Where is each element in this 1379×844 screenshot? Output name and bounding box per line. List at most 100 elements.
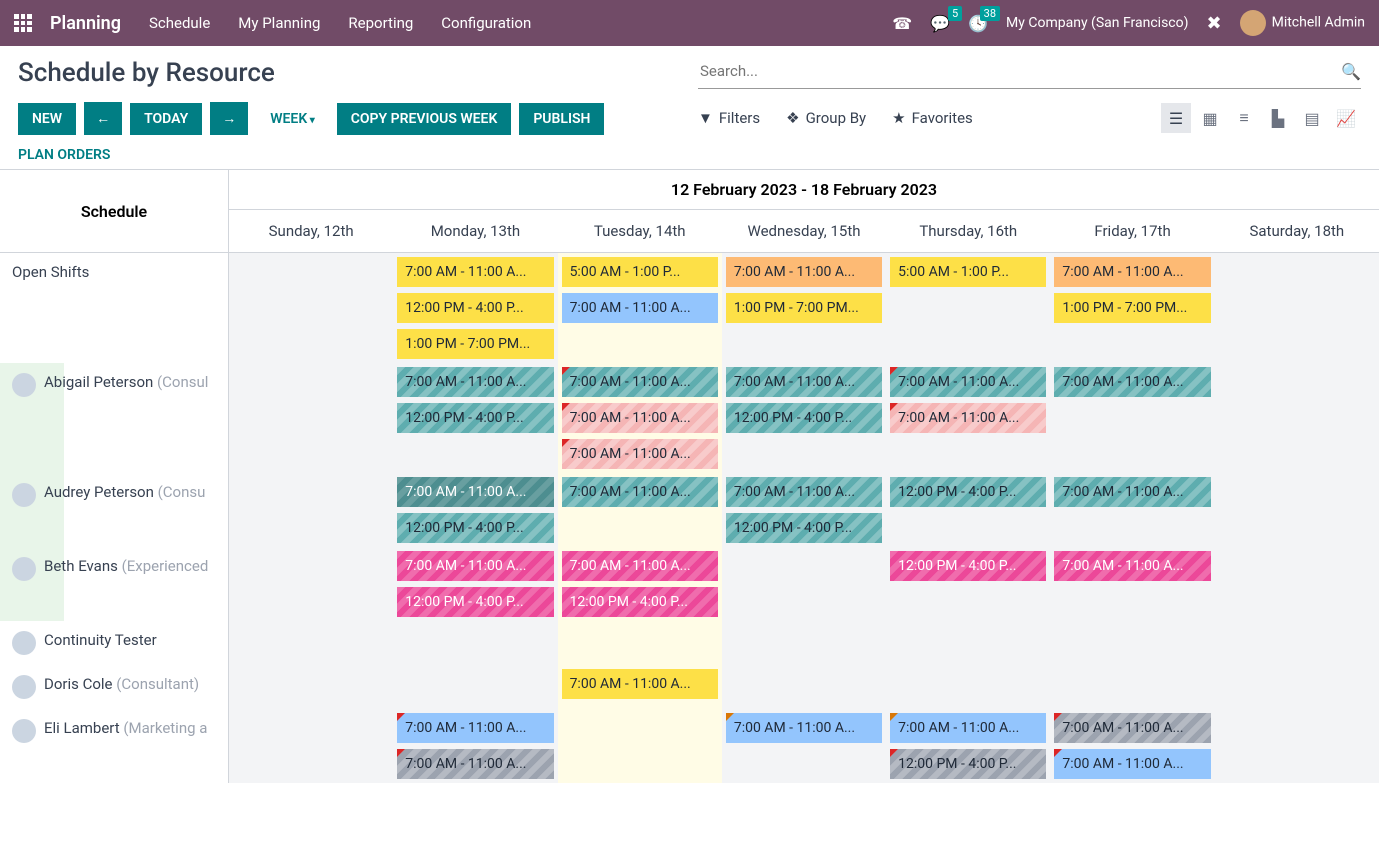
shift[interactable]: 7:00 AM - 11:00 A... <box>726 713 882 743</box>
shift[interactable]: 7:00 AM - 11:00 A... <box>562 403 718 433</box>
shift[interactable]: 7:00 AM - 11:00 A... <box>562 439 718 469</box>
scale-selector[interactable]: WEEK <box>256 111 328 127</box>
apps-icon[interactable] <box>14 14 32 32</box>
debug-icon[interactable]: ✖ <box>1207 13 1222 34</box>
shift[interactable]: 12:00 PM - 4:00 P... <box>397 403 553 433</box>
shift[interactable]: 7:00 AM - 11:00 A... <box>562 367 718 397</box>
list-view-icon[interactable]: ≡ <box>1229 103 1259 133</box>
day-cell[interactable]: 12:00 PM - 4:00 P... <box>886 473 1050 547</box>
resource-cell[interactable]: Abigail Peterson (Consul <box>0 363 229 473</box>
col-header-day[interactable]: Tuesday, 14th <box>558 210 722 253</box>
day-cell[interactable] <box>229 363 393 473</box>
shift[interactable]: 7:00 AM - 11:00 A... <box>562 293 718 323</box>
shift[interactable]: 7:00 AM - 11:00 A... <box>397 257 553 287</box>
shift[interactable]: 12:00 PM - 4:00 P... <box>397 587 553 617</box>
day-cell[interactable]: 7:00 AM - 11:00 A...7:00 AM - 11:00 A... <box>886 363 1050 473</box>
day-cell[interactable] <box>229 253 393 363</box>
day-cell[interactable] <box>1050 665 1214 709</box>
col-header-day[interactable]: Sunday, 12th <box>229 210 393 253</box>
shift[interactable]: 7:00 AM - 11:00 A... <box>726 477 882 507</box>
resource-cell[interactable]: Continuity Tester <box>0 621 229 665</box>
col-header-day[interactable]: Thursday, 16th <box>886 210 1050 253</box>
shift[interactable]: 7:00 AM - 11:00 A... <box>562 669 718 699</box>
resource-cell[interactable]: Open Shifts <box>0 253 229 363</box>
shift[interactable]: 7:00 AM - 11:00 A... <box>397 367 553 397</box>
user-menu[interactable]: Mitchell Admin <box>1240 10 1365 36</box>
shift[interactable]: 7:00 AM - 11:00 A... <box>397 477 553 507</box>
day-cell[interactable]: 7:00 AM - 11:00 A... 12:00 PM - 4:00 P... <box>558 547 722 621</box>
prev-button[interactable]: ← <box>84 102 122 135</box>
calendar-view-icon[interactable]: ▦ <box>1195 103 1225 133</box>
day-cell[interactable] <box>722 665 886 709</box>
day-cell[interactable] <box>229 665 393 709</box>
day-cell[interactable]: 7:00 AM - 11:00 A... 12:00 PM - 4:00 P... <box>393 363 557 473</box>
publish-button[interactable]: PUBLISH <box>519 103 604 135</box>
nav-my-planning[interactable]: My Planning <box>238 14 320 32</box>
day-cell[interactable]: 7:00 AM - 11:00 A... 7:00 AM - 11:00 A... <box>393 709 557 783</box>
day-cell[interactable] <box>1215 709 1379 783</box>
shift[interactable]: 7:00 AM - 11:00 A... <box>562 477 718 507</box>
shift[interactable]: 7:00 AM - 11:00 A... <box>397 551 553 581</box>
shift[interactable]: 7:00 AM - 11:00 A... <box>1054 477 1210 507</box>
day-cell[interactable]: 7:00 AM - 11:00 A... 12:00 PM - 4:00 P... <box>393 473 557 547</box>
resource-cell[interactable]: Doris Cole (Consultant) <box>0 665 229 709</box>
nav-schedule[interactable]: Schedule <box>149 14 210 32</box>
shift[interactable]: 7:00 AM - 11:00 A... <box>562 551 718 581</box>
day-cell[interactable] <box>886 665 1050 709</box>
resource-cell[interactable]: Audrey Peterson (Consu <box>0 473 229 547</box>
gantt-view-icon[interactable]: ☰ <box>1161 103 1191 133</box>
day-cell[interactable] <box>393 665 557 709</box>
day-cell[interactable]: 7:00 AM - 11:00 A...1:00 PM - 7:00 PM... <box>1050 253 1214 363</box>
day-cell[interactable] <box>886 621 1050 665</box>
day-cell[interactable] <box>722 547 886 621</box>
day-cell[interactable]: 7:00 AM - 11:00 A...12:00 PM - 4:00 P... <box>722 363 886 473</box>
col-header-day[interactable]: Friday, 17th <box>1050 210 1214 253</box>
day-cell[interactable] <box>229 709 393 783</box>
day-cell[interactable] <box>1050 621 1214 665</box>
shift[interactable]: 7:00 AM - 11:00 A... <box>1054 367 1210 397</box>
next-button[interactable]: → <box>210 102 248 135</box>
shift[interactable]: 7:00 AM - 11:00 A... <box>1054 551 1210 581</box>
day-cell[interactable]: 7:00 AM - 11:00 A... 1:00 PM - 7:00 PM... <box>722 253 886 363</box>
day-cell[interactable]: 7:00 AM - 11:00 A... <box>1050 473 1214 547</box>
day-cell[interactable] <box>1215 621 1379 665</box>
day-cell[interactable]: 7:00 AM - 11:00 A... 7:00 AM - 11:00 A...… <box>558 363 722 473</box>
shift[interactable]: 5:00 AM - 1:00 P... <box>890 257 1046 287</box>
shift[interactable]: 7:00 AM - 11:00 A... <box>890 403 1046 433</box>
day-cell[interactable]: 7:00 AM - 11:00 A...12:00 PM - 4:00 P... <box>722 473 886 547</box>
resource-cell[interactable]: Beth Evans (Experienced <box>0 547 229 621</box>
messaging-icon[interactable]: 💬5 <box>930 14 950 33</box>
today-button[interactable]: TODAY <box>130 103 202 135</box>
copy-previous-week-button[interactable]: COPY PREVIOUS WEEK <box>337 103 512 135</box>
day-cell[interactable] <box>229 621 393 665</box>
day-cell[interactable]: 5:00 AM - 1:00 P... <box>886 253 1050 363</box>
day-cell[interactable] <box>722 621 886 665</box>
shift[interactable]: 7:00 AM - 11:00 A... <box>726 257 882 287</box>
plan-orders-button[interactable]: PLAN ORDERS <box>18 147 678 163</box>
new-button[interactable]: NEW <box>18 103 76 135</box>
day-cell[interactable]: 7:00 AM - 11:00 A... 12:00 PM - 4:00 P...… <box>393 253 557 363</box>
day-cell[interactable]: 12:00 PM - 4:00 P... <box>886 547 1050 621</box>
pivot-view-icon[interactable]: ▤ <box>1297 103 1327 133</box>
day-cell[interactable] <box>1215 547 1379 621</box>
shift[interactable]: 5:00 AM - 1:00 P... <box>562 257 718 287</box>
day-cell[interactable]: 7:00 AM - 11:00 A... <box>558 473 722 547</box>
favorites-menu[interactable]: ★Favorites <box>892 109 973 127</box>
filters-menu[interactable]: ▼Filters <box>698 109 760 127</box>
shift[interactable]: 1:00 PM - 7:00 PM... <box>726 293 882 323</box>
shift[interactable]: 7:00 AM - 11:00 A... <box>890 713 1046 743</box>
shift[interactable]: 7:00 AM - 11:00 A... <box>726 367 882 397</box>
shift[interactable]: 12:00 PM - 4:00 P... <box>562 587 718 617</box>
day-cell[interactable]: 7:00 AM - 11:00 A... <box>1050 547 1214 621</box>
nav-reporting[interactable]: Reporting <box>348 14 413 32</box>
shift[interactable]: 12:00 PM - 4:00 P... <box>890 749 1046 779</box>
kanban-view-icon[interactable]: ▙ <box>1263 103 1293 133</box>
shift[interactable]: 7:00 AM - 11:00 A... <box>397 713 553 743</box>
shift[interactable]: 7:00 AM - 11:00 A... <box>397 749 553 779</box>
shift[interactable]: 12:00 PM - 4:00 P... <box>397 293 553 323</box>
day-cell[interactable] <box>1215 363 1379 473</box>
shift[interactable]: 12:00 PM - 4:00 P... <box>397 513 553 543</box>
shift[interactable]: 7:00 AM - 11:00 A... <box>1054 257 1210 287</box>
phone-icon[interactable]: ☎ <box>892 14 912 33</box>
day-cell[interactable] <box>393 621 557 665</box>
